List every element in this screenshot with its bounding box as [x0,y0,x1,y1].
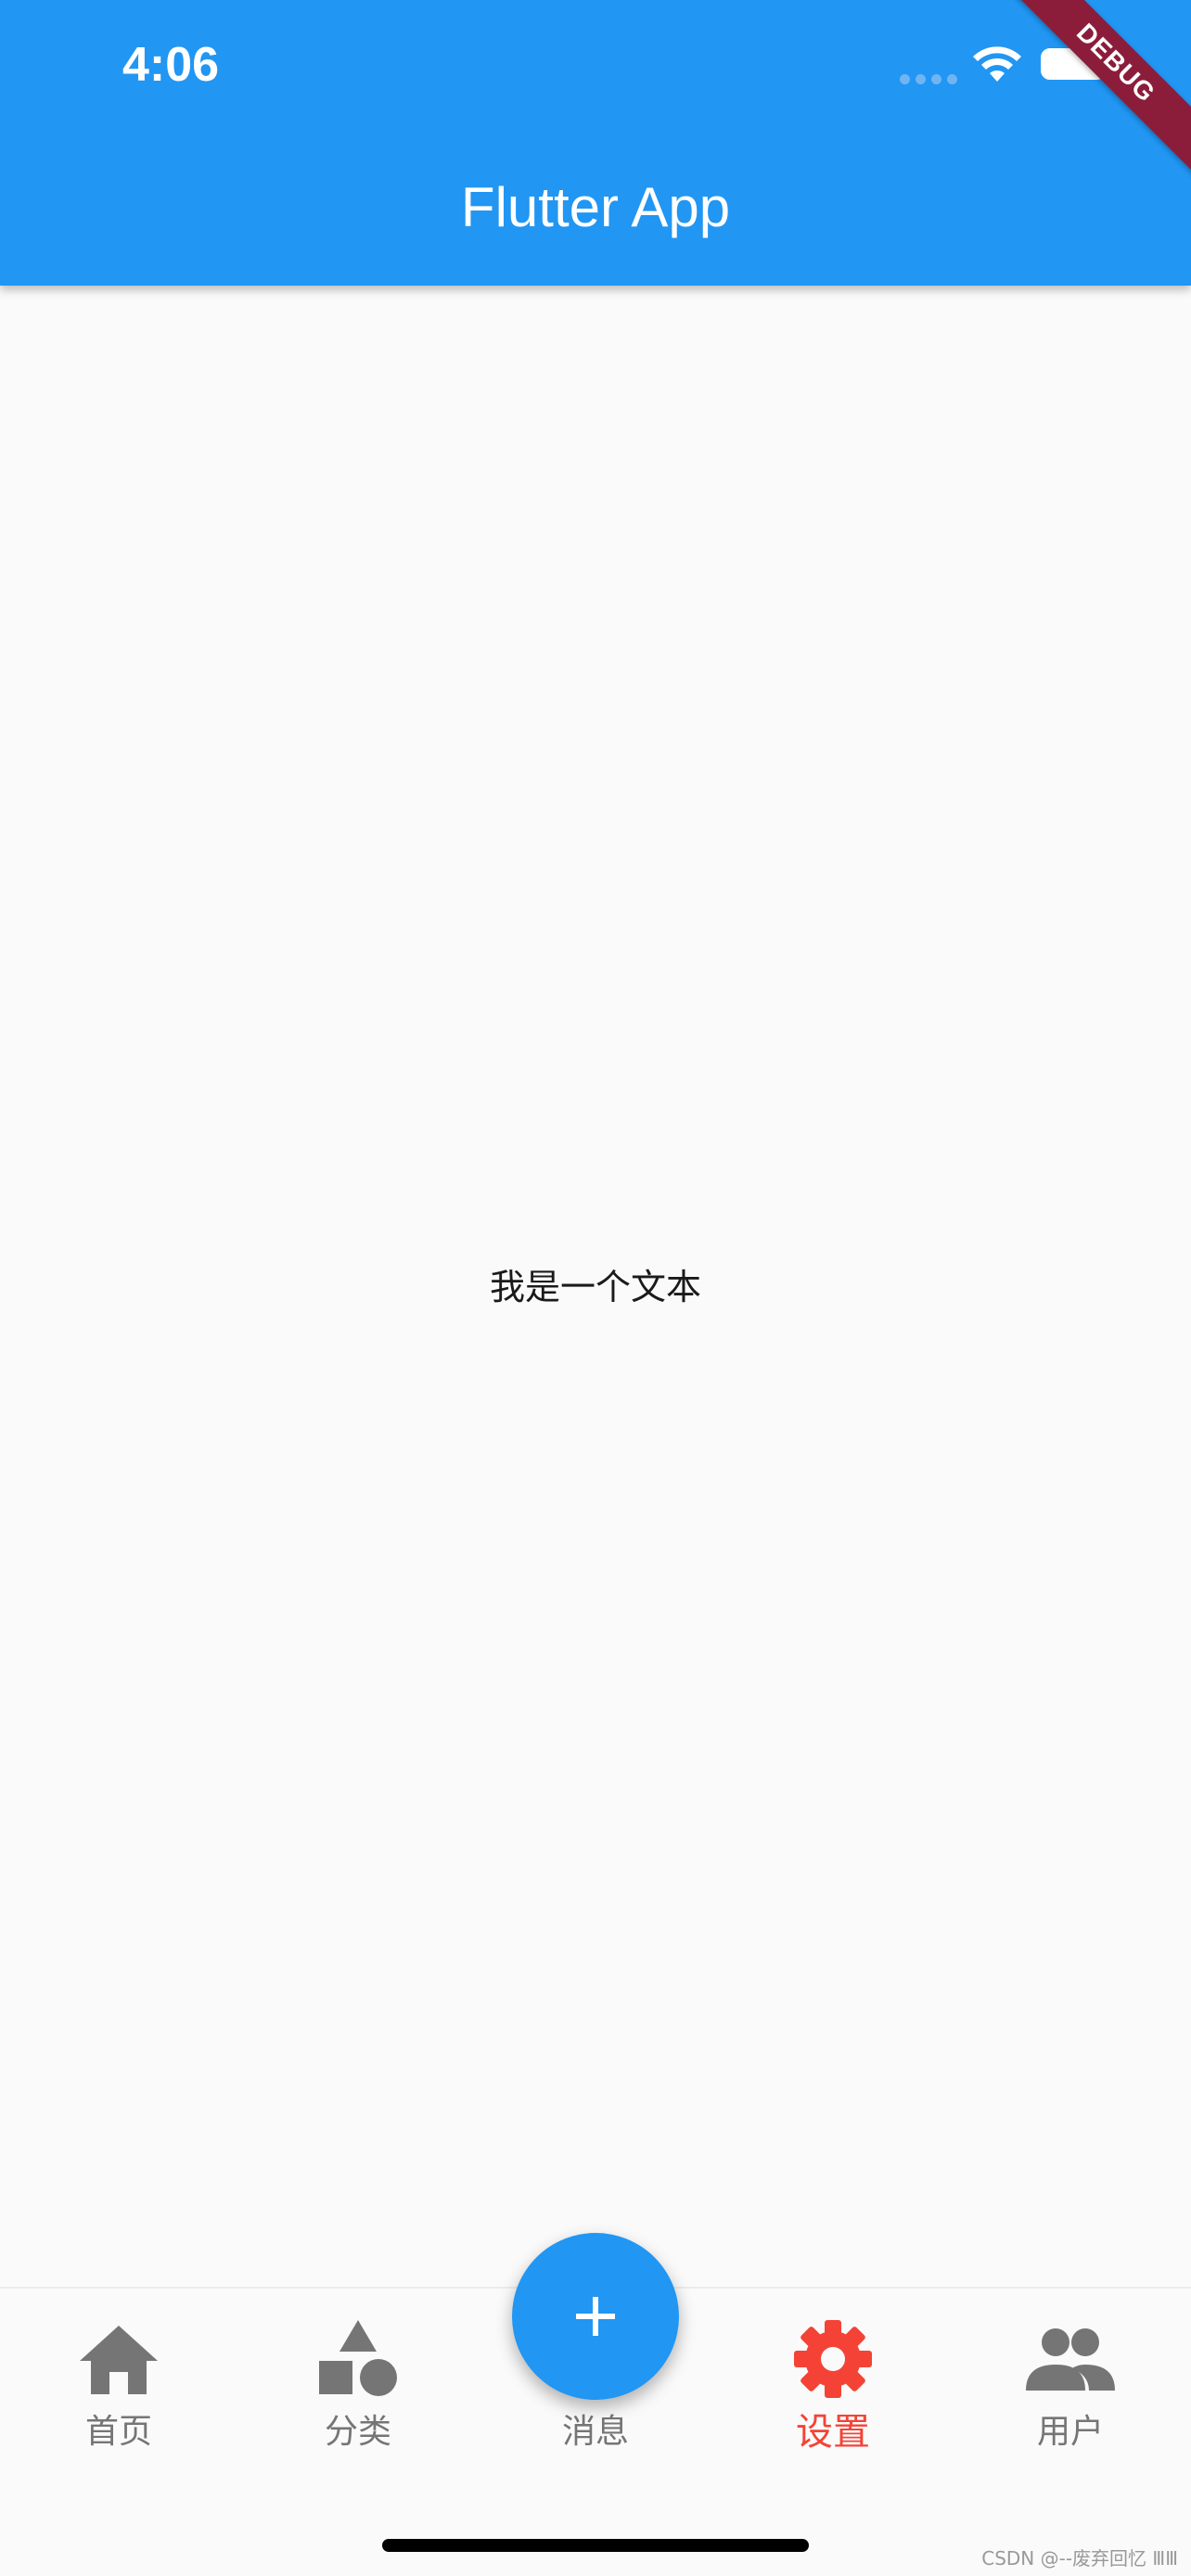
nav-item-home[interactable]: 首页 [35,2313,202,2470]
home-indicator[interactable] [382,2539,809,2552]
nav-item-settings[interactable]: 设置 [749,2313,916,2470]
app-bar: 4:06 Flutter App [0,0,1191,286]
settings-icon [749,2313,916,2405]
nav-item-category[interactable]: 分类 [275,2313,442,2470]
nav-label-category: 分类 [324,2413,391,2451]
watermark: CSDN @--废弃回忆 ⅢⅢ [981,2547,1178,2570]
add-fab-button[interactable] [512,2233,679,2400]
nav-label-settings: 设置 [796,2411,870,2454]
nav-item-user[interactable]: 用户 [987,2313,1154,2470]
nav-label-message: 消息 [561,2413,629,2451]
people-icon [987,2313,1154,2405]
add-icon [576,2297,615,2336]
wifi-icon [973,46,1021,82]
nav-label-home: 首页 [84,2413,152,2451]
status-time: 4:06 [122,38,220,92]
category-icon [275,2313,442,2405]
nav-label-user: 用户 [1036,2413,1104,2451]
cellular-signal-icon [900,74,957,84]
body-text: 我是一个文本 [489,1267,701,1307]
app-bar-title: Flutter App [460,176,731,238]
home-icon [35,2313,202,2405]
